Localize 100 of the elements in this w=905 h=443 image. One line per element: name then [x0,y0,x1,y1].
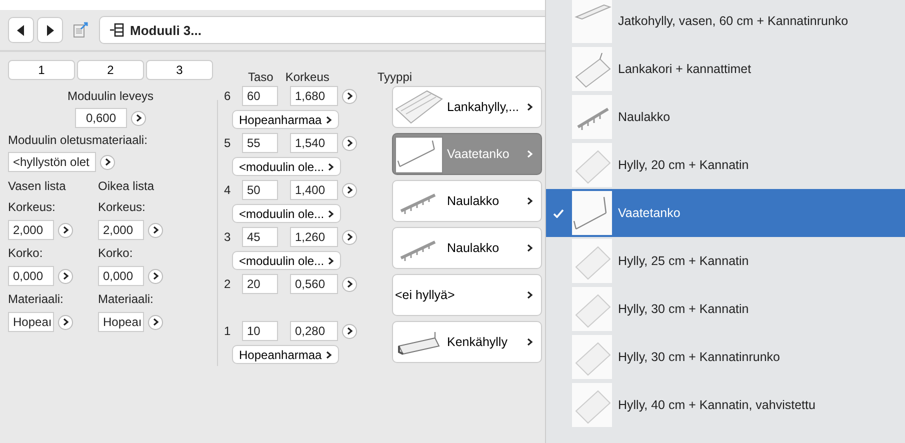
chevron-icon [62,226,68,234]
tab[interactable]: 2 [77,60,144,80]
back-button[interactable] [8,17,34,43]
base-field[interactable]: 0,000 [98,266,144,286]
shelf-icon [572,143,612,187]
more-button[interactable] [342,182,357,198]
height-field[interactable]: 0,560 [290,274,338,294]
level-field[interactable]: 50 [242,180,278,200]
chevron-icon [346,139,352,147]
height-field[interactable]: 2,000 [8,220,54,240]
width-field[interactable]: 0,600 [75,108,127,128]
label: Materiaali: [8,291,64,308]
label: Korkeus: [98,199,146,216]
height-field[interactable]: 1,260 [290,227,338,247]
level-number: 3 [224,230,232,244]
height-field[interactable]: 2,000 [98,220,144,240]
menu-item[interactable]: Hylly, 30 cm + Kannatin [546,285,905,333]
shelf-icon [572,239,612,283]
label: Korkeus: [8,199,56,216]
hanger-rail-icon [395,136,443,174]
forward-icon [46,24,54,36]
chevron-icon [346,327,352,335]
more-button[interactable] [148,222,163,238]
material-field[interactable]: <hyllystön olet [8,152,96,172]
level-field[interactable]: 55 [242,133,278,153]
chevron-icon [328,162,334,170]
chevron-icon [62,272,68,280]
label: Korko: [98,245,134,262]
more-button[interactable] [148,268,163,284]
menu-item[interactable]: Naulakko [546,93,905,141]
level-number: 6 [224,89,232,103]
checkmark-icon [552,208,564,218]
chevron-icon [346,280,352,288]
material-field[interactable]: Hopeaı [8,312,54,332]
more-button[interactable] [342,276,357,292]
more-button[interactable] [342,324,357,338]
level-number: 5 [224,136,232,150]
label: Materiaali: [98,291,154,308]
more-button[interactable] [342,88,357,104]
chevron-icon [152,272,158,280]
material-button[interactable]: Hopeanharmaa [232,345,339,364]
menu-item[interactable]: Hylly, 25 cm + Kannatin [546,237,905,285]
chevron-icon [527,197,533,205]
more-button[interactable] [58,314,73,330]
type-button[interactable]: Naulakko [392,227,542,269]
column-header: Taso [248,70,274,84]
more-button[interactable] [58,268,73,284]
list-icon [110,23,124,37]
chevron-icon [104,158,110,166]
more-button[interactable] [148,314,163,330]
chevron-icon [326,350,332,358]
level-field[interactable]: 45 [242,227,278,247]
level-number: 1 [224,324,232,338]
forward-button[interactable] [37,17,63,43]
more-button[interactable] [58,222,73,238]
menu-item[interactable]: Hylly, 40 cm + Kannatin, vahvistettu [546,381,905,429]
material-button[interactable]: <moduulin ole... [232,204,342,223]
type-button[interactable]: <ei hyllyä> [392,274,542,316]
level-number: 4 [224,183,232,197]
shelf-icon [572,287,612,331]
tab[interactable]: 3 [146,60,213,80]
height-field[interactable]: 0,280 [290,321,338,341]
chevron-icon [527,244,533,252]
label: Vasen lista [8,178,67,195]
menu-item[interactable]: Jatkohylly, vasen, 60 cm + Kannatinrunko [546,0,905,45]
level-field[interactable]: 20 [242,274,278,294]
menu-item[interactable]: Hylly, 20 cm + Kannatin [546,141,905,189]
chevron-icon [527,338,533,346]
shelf-icon [572,383,612,427]
type-button[interactable]: Lankahylly,... [392,86,542,128]
menu-item[interactable]: Hylly, 30 cm + Kannatinrunko [546,333,905,381]
more-button[interactable] [100,154,115,170]
material-button[interactable]: Hopeanharmaa [232,110,339,129]
material-button[interactable]: <moduulin ole... [232,251,342,270]
height-field[interactable]: 1,400 [290,180,338,200]
level-field[interactable]: 10 [242,321,278,341]
chevron-icon [62,318,68,326]
type-button[interactable]: Naulakko [392,180,542,222]
chevron-icon [527,103,533,111]
height-field[interactable]: 1,680 [290,86,338,106]
menu-item[interactable]: Lankakori + kannattimet [546,45,905,93]
menu-item[interactable]: Vaatetanko [546,189,905,237]
base-field[interactable]: 0,000 [8,266,54,286]
module-title-field[interactable]: Moduuli 3... [99,16,545,44]
level-field[interactable]: 60 [242,86,278,106]
back-icon [17,24,25,36]
level-number: 2 [224,277,232,291]
material-field[interactable]: Hopeaı [98,312,144,332]
chevron-icon [346,92,352,100]
tab[interactable]: 1 [8,60,75,80]
material-button[interactable]: <moduulin ole... [232,157,342,176]
chevron-icon [527,150,533,158]
more-button[interactable] [342,230,357,244]
chevron-icon [326,116,332,124]
more-button[interactable] [131,110,146,126]
wire-shelf-icon [395,89,443,125]
type-button[interactable]: Kenkähylly [392,321,542,363]
height-field[interactable]: 1,540 [290,133,338,153]
more-button[interactable] [342,136,357,150]
chevron-icon [346,233,352,241]
